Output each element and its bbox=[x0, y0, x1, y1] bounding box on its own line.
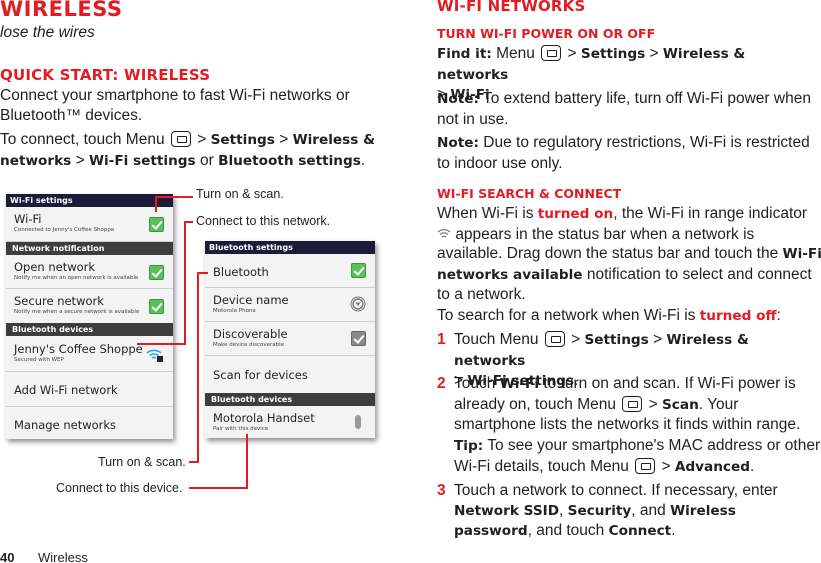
discoverable-checkbox[interactable] bbox=[351, 331, 366, 346]
menu-key-icon bbox=[635, 457, 656, 474]
search-off-intro: To search for a network when Wi-Fi is tu… bbox=[437, 307, 781, 324]
intro-text: Connect your smartphone to fast Wi-Fi ne… bbox=[0, 87, 350, 124]
wifi-search-subheading: Wi-Fi search & connect bbox=[437, 186, 622, 201]
device-name-row[interactable]: Device name Motorola Phone bbox=[205, 288, 375, 322]
step-2: Touch Wi-Fi to turn on and scan. If Wi-F… bbox=[454, 375, 801, 433]
open-network-checkbox[interactable] bbox=[149, 265, 164, 280]
callout-bt-turn-on: Turn on & scan. bbox=[98, 455, 186, 469]
manage-networks-row[interactable]: Manage networks bbox=[6, 407, 173, 442]
wifi-search-paragraph: When Wi-Fi is turned on, the Wi-Fi in ra… bbox=[437, 205, 821, 303]
wifi-networks-heading: Wi-Fi networks bbox=[437, 0, 586, 15]
dropdown-icon[interactable] bbox=[350, 296, 366, 312]
connect-instructions: To connect, touch Menu > Settings > Wire… bbox=[0, 131, 375, 169]
tagline: lose the wires bbox=[0, 24, 95, 41]
step-number: 2 bbox=[437, 375, 446, 392]
note-battery: Note: To extend battery life, turn off W… bbox=[437, 90, 811, 128]
category-bluetooth-devices: Bluetooth devices bbox=[6, 323, 173, 336]
bluetooth-settings-panel: Bluetooth settings Bluetooth Device name… bbox=[205, 241, 375, 438]
open-network-row[interactable]: Open network Notify me when an open netw… bbox=[6, 255, 173, 289]
secure-network-checkbox[interactable] bbox=[149, 299, 164, 314]
panel-title: Bluetooth settings bbox=[205, 241, 375, 254]
category-bluetooth-devices: Bluetooth devices bbox=[205, 393, 375, 406]
network-row[interactable]: Jenny's Coffee Shoppe Secured with WEP bbox=[6, 336, 173, 372]
bluetooth-toggle-row[interactable]: Bluetooth bbox=[205, 254, 375, 288]
step-3: Touch a network to connect. If necessary… bbox=[454, 482, 778, 539]
page-number: 40 bbox=[0, 550, 15, 563]
panel-title: Wi-Fi settings bbox=[6, 194, 173, 207]
wifi-power-subheading: Turn Wi-Fi power on or off bbox=[437, 26, 656, 41]
secure-network-row[interactable]: Secure network Notify me when a secure n… bbox=[6, 289, 173, 323]
category-network-notification: Network notification bbox=[6, 242, 173, 255]
wifi-indicator-icon bbox=[437, 228, 451, 238]
menu-key-icon bbox=[170, 131, 191, 147]
page-title: Wireless bbox=[0, 0, 123, 21]
bluetooth-device-row[interactable]: Motorola Handset Pair with this device bbox=[205, 406, 375, 438]
menu-key-icon bbox=[622, 395, 643, 412]
discoverable-row[interactable]: Discoverable Make device discoverable bbox=[205, 322, 375, 356]
footer-section: Wireless bbox=[38, 550, 88, 563]
step-number: 1 bbox=[437, 331, 446, 348]
wifi-settings-panel: Wi-Fi settings Wi-Fi Connected to Jenny'… bbox=[6, 194, 173, 439]
tip: Tip: To see your smartphone's MAC addres… bbox=[454, 437, 821, 475]
scan-for-devices-row[interactable]: Scan for devices bbox=[205, 356, 375, 393]
wifi-toggle-row[interactable]: Wi-Fi Connected to Jenny's Coffee Shoppe bbox=[6, 207, 173, 242]
quick-start-heading: Quick start: Wireless bbox=[0, 66, 211, 84]
wifi-checkbox[interactable] bbox=[149, 217, 164, 232]
note-regulatory: Note: Due to regulatory restrictions, Wi… bbox=[437, 134, 810, 172]
add-wifi-network-row[interactable]: Add Wi-Fi network bbox=[6, 372, 173, 407]
callout-bt-connect: Connect to this device. bbox=[56, 481, 183, 495]
callout-wifi-turn-on: Turn on & scan. bbox=[196, 187, 284, 201]
callout-wifi-connect: Connect to this network. bbox=[196, 214, 331, 228]
bluetooth-checkbox[interactable] bbox=[351, 263, 366, 278]
menu-key-icon bbox=[541, 45, 562, 61]
wifi-lock-icon bbox=[146, 349, 163, 362]
menu-key-icon bbox=[544, 331, 565, 347]
headset-icon bbox=[355, 415, 361, 429]
step-number: 3 bbox=[437, 482, 446, 499]
